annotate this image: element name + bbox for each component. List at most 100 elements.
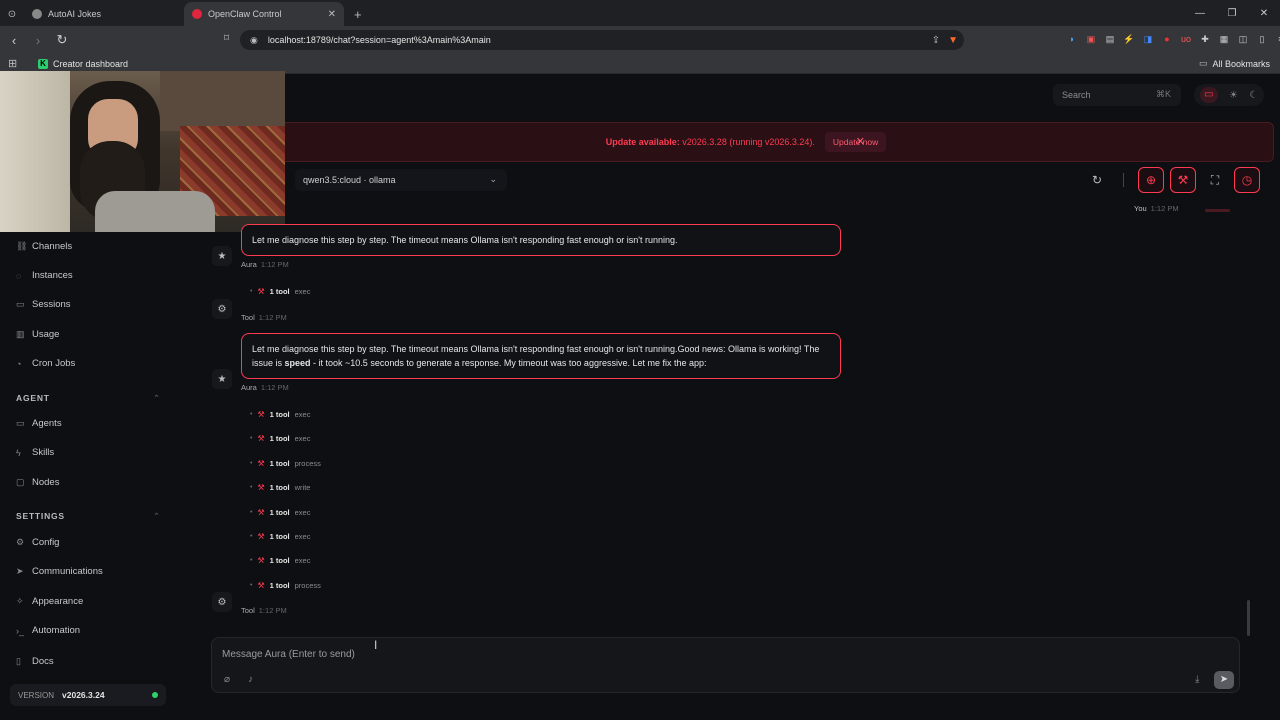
model-selector[interactable]: qwen3.5:cloud · ollama ⌄ [295,169,507,191]
bookmark-creator-dashboard[interactable]: K Creator dashboard [38,58,128,69]
tab-close-icon[interactable]: ✕ [328,9,336,20]
tool-name: process [294,459,321,468]
sidebar-item-label: Skills [32,447,55,458]
sidebar-item-config[interactable]: ⚙ Config [16,537,59,548]
restore-icon[interactable]: ❐ [1216,8,1248,19]
sidebar-item-instances[interactable]: ◌ Instances [16,270,73,281]
brave-shield-icon[interactable]: ▼ [948,35,958,46]
system-theme-icon[interactable]: ▭ [1199,87,1218,103]
zap-icon: ϟ [16,447,21,458]
tool-call-row[interactable]: • ⚒ 1 tool exec [250,287,310,296]
sidebar-item-agents[interactable]: ▭ Agents [16,418,62,429]
sidebar-item-communications[interactable]: ➤ Communications [16,566,103,577]
extension-icon[interactable]: ▣ [1085,33,1097,45]
send-button[interactable]: ➤ [1214,671,1234,689]
extension-icon[interactable]: ◗ [1066,33,1078,45]
focus-button[interactable]: ⛶ [1202,167,1228,193]
tool-call-row[interactable]: • ⚒ 1 tool process [250,581,321,590]
tool-call-row[interactable]: • ⚒ 1 tool exec [250,434,310,443]
tool-call-row[interactable]: • ⚒ 1 tool exec [250,532,310,541]
tab-title: OpenClaw Control [208,9,282,19]
tool-call-row[interactable]: • ⚒ 1 tool exec [250,556,310,565]
tool-call-row[interactable]: • ⚒ 1 tool write [250,483,310,492]
chevron-down-icon: ⌄ [489,174,497,184]
sidebar-item-label: Sessions [32,299,71,310]
tool-name: write [294,483,311,492]
extension-icon[interactable]: ▤ [1104,33,1116,45]
file-icon: ▭ [16,299,25,309]
extension-icon[interactable]: ◫ [1237,33,1249,45]
sidebar-item-sessions[interactable]: ▭ Sessions [16,299,71,310]
monitor-icon: ▢ [16,477,25,487]
forward-icon[interactable]: › [28,33,48,48]
theme-toggle: ▭ ☀ ☾ [1194,84,1264,106]
sidebar-item-label: Channels [32,241,73,252]
brain-toggle-button[interactable]: ⊕ [1138,167,1164,193]
message-input[interactable] [222,646,1122,662]
sidebar-item-automation[interactable]: ›_ Automation [16,625,80,636]
tools-toggle-button[interactable]: ⚒ [1170,167,1196,193]
tool-call-row[interactable]: • ⚒ 1 tool exec [250,410,310,419]
tool-count: 1 tool [269,434,290,443]
site-info-icon[interactable]: ◉ [250,35,258,46]
bullet: • [250,484,253,491]
update-label: Update available: [605,137,680,147]
chat-scrollbar[interactable] [1247,600,1250,636]
tab-autoai-jokes[interactable]: AutoAI Jokes [24,2,184,26]
message-time: 1:12 PM [258,606,287,615]
sidebar-toggle-icon[interactable]: ▯ [1256,33,1268,45]
tool-name: exec [294,410,311,419]
history-button[interactable]: ◷ [1234,167,1260,193]
light-theme-icon[interactable]: ☀ [1229,90,1238,101]
download-icon[interactable]: ⤓ [1195,674,1199,685]
user-name: You [1134,204,1147,213]
refresh-button[interactable]: ↻ [1084,167,1110,193]
tab-search-icon[interactable]: ⊙ [0,9,24,20]
minimize-icon[interactable]: — [1184,8,1216,19]
text-cursor-icon: I [374,638,378,652]
reload-icon[interactable]: ↻ [52,32,72,48]
extension-icon[interactable]: ● [1161,33,1173,45]
sidebar-item-appearance[interactable]: ✧ Appearance [16,596,83,607]
extension-icon[interactable]: ▦ [1218,33,1230,45]
tool-call-row[interactable]: • ⚒ 1 tool process [250,459,321,468]
sidebar-item-label: Nodes [32,477,60,488]
search-input[interactable]: Search ⌘K [1053,84,1181,106]
extension-icon[interactable]: ⚡ [1123,33,1135,45]
dark-theme-icon[interactable]: ☾ [1249,90,1258,101]
sidebar-item-channels[interactable]: ⛓ Channels [16,241,72,252]
chart-icon: ▥ [16,329,25,339]
sidebar-item-nodes[interactable]: ▢ Nodes [16,477,59,488]
puzzle-icon[interactable]: ✚ [1199,33,1211,45]
sidebar-item-label: Agents [32,418,62,429]
sidebar-item-skills[interactable]: ϟ Skills [16,447,54,458]
bookmark-icon[interactable]: ⌑ [224,33,229,44]
close-window-icon[interactable]: ✕ [1248,8,1280,19]
tool-call-row[interactable]: • ⚒ 1 tool exec [250,508,310,517]
sidebar-item-usage[interactable]: ▥ Usage [16,329,59,340]
tool-icon: ⚒ [257,459,265,468]
dismiss-banner-icon[interactable]: ✕ [856,135,865,148]
section-agent[interactable]: AGENT ⌃ [16,393,160,403]
tool-icon: ⚒ [257,434,265,443]
link-icon: ⛓ [16,241,28,251]
search-shortcut: ⌘K [1155,89,1171,99]
microphone-icon[interactable]: ♪ [248,674,253,685]
sidebar-item-docs[interactable]: ▯ Docs [16,656,54,667]
all-bookmarks[interactable]: ▭ All Bookmarks [1199,58,1270,69]
sidebar-item-cron-jobs[interactable]: ◔ Cron Jobs [16,358,75,369]
tab-openclaw-control[interactable]: OpenClaw Control ✕ [184,2,344,26]
share-icon[interactable]: ⇪ [932,35,940,46]
extension-icon[interactable]: ◨ [1142,33,1154,45]
extension-icon[interactable]: uo [1180,33,1192,45]
section-settings[interactable]: SETTINGS ⌃ [16,511,160,521]
address-bar[interactable]: ◉ localhost:18789/chat?session=agent%3Am… [240,30,964,50]
new-tab-icon[interactable]: + [354,7,362,22]
message-composer: ⌀ ♪ ⤓ ➤ [211,637,1240,693]
apps-grid-icon[interactable]: ⊞ [8,57,20,70]
attach-icon[interactable]: ⌀ [224,674,230,685]
menu-icon[interactable]: ≡ [1275,33,1280,45]
tool-icon: ⚒ [257,287,265,296]
back-icon[interactable]: ‹ [4,33,24,48]
chevron-up-icon: ⌃ [153,511,161,521]
